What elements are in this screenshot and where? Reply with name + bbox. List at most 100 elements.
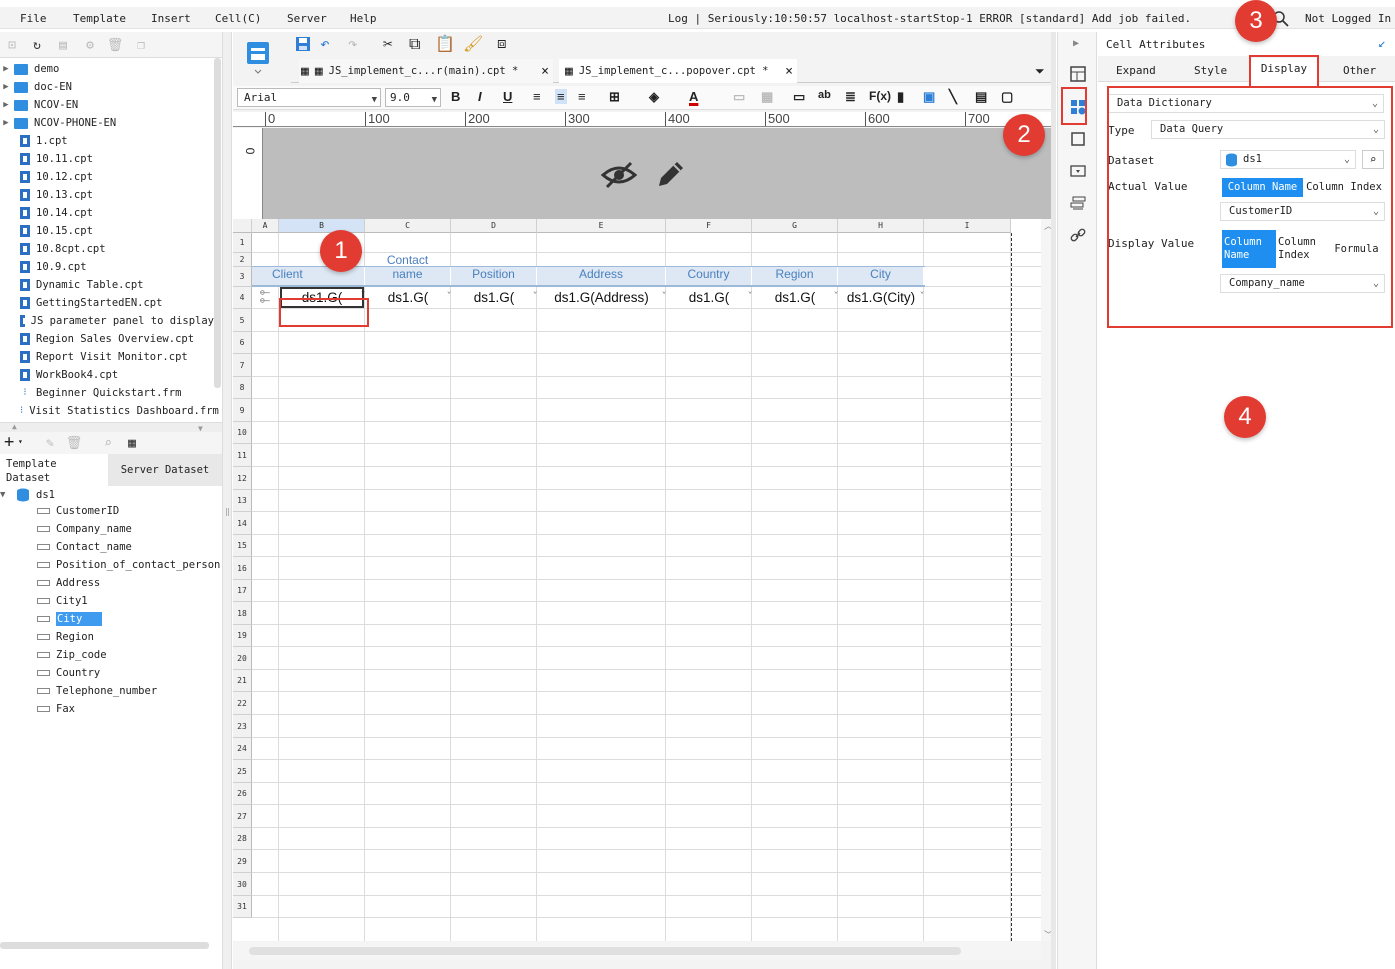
hyperlink-icon[interactable] (1070, 227, 1086, 243)
row-header[interactable]: 13 (233, 490, 252, 512)
tree-file[interactable]: ⁝ Beginner Quickstart.frm (0, 384, 214, 402)
delete-dataset-icon[interactable]: 🗑 (66, 435, 83, 451)
chevron-right-icon[interactable]: ▶ (0, 64, 12, 74)
row-header[interactable]: 2 (233, 253, 252, 267)
insert-row-icon[interactable]: ▭ (793, 89, 805, 105)
border-icon[interactable]: ⊞ (609, 89, 620, 105)
tab-style[interactable]: Style (1194, 64, 1227, 77)
dataset-field[interactable]: City (37, 610, 103, 628)
tab-popover-template[interactable]: ▦ JS_implement_c...popover.cpt * × (559, 59, 797, 83)
row-header[interactable]: 25 (233, 760, 252, 783)
row-header[interactable]: 17 (233, 580, 252, 602)
column-header[interactable]: H (838, 219, 924, 233)
column-header[interactable]: G (752, 219, 838, 233)
border-style-icon[interactable]: ▢ (1001, 89, 1013, 105)
subreport-icon[interactable]: ▤ (975, 89, 987, 105)
unmerge-icon[interactable]: ▦ (761, 89, 773, 105)
dataset-field[interactable]: Address (37, 574, 100, 592)
data-cell[interactable]: ds1.G( (666, 287, 752, 309)
row-header[interactable]: 11 (233, 444, 252, 467)
widget-icon[interactable] (1070, 163, 1086, 179)
header-cell[interactable]: Region (752, 267, 838, 287)
row-header[interactable]: 9 (233, 399, 252, 422)
save-icon[interactable] (295, 36, 311, 52)
row-header[interactable]: 10 (233, 422, 252, 444)
column-header[interactable]: F (666, 219, 752, 233)
dataset-edit-icon[interactable]: ▦ (124, 435, 140, 451)
dataset-field[interactable]: Company_name (37, 520, 132, 538)
tab-menu-icon[interactable]: ⏷ (1035, 64, 1045, 79)
add-dataset-icon[interactable]: + (4, 432, 14, 452)
row-header[interactable]: 21 (233, 670, 252, 692)
row-header[interactable]: 20 (233, 647, 252, 670)
tab-server-dataset[interactable]: Server Dataset (108, 454, 222, 486)
tree-folder[interactable]: ▶ NCOV-PHONE-EN (0, 114, 214, 132)
copy-icon[interactable]: ❐ (133, 37, 149, 53)
tree-file[interactable]: 10.11.cpt (0, 150, 214, 168)
cell-element-icon[interactable] (1070, 66, 1086, 82)
tree-file[interactable]: JS parameter panel to display (0, 312, 214, 330)
column-header[interactable]: E (537, 219, 666, 233)
dataset-field[interactable]: CustomerID (37, 502, 119, 520)
menu-file[interactable]: File (20, 12, 47, 25)
dataset-field[interactable]: Country (37, 664, 100, 682)
tab-expand[interactable]: Expand (1116, 64, 1156, 77)
tree-file[interactable]: Dynamic Table.cpt (0, 276, 214, 294)
dataset-field[interactable]: Zip_code (37, 646, 107, 664)
text-icon[interactable]: ab (818, 89, 831, 101)
row-header[interactable]: 19 (233, 625, 252, 647)
grid-corner[interactable] (233, 219, 252, 233)
header-cell[interactable]: Contact name (365, 253, 451, 287)
row-header[interactable]: 23 (233, 715, 252, 738)
row-header[interactable]: 30 (233, 873, 252, 896)
align-center-icon[interactable]: ≡ (555, 89, 567, 104)
italic-button[interactable]: I (478, 89, 482, 104)
dataset-field[interactable]: Region (37, 628, 94, 646)
format-painter-icon[interactable]: 🖌 (463, 34, 483, 53)
row-header[interactable]: 29 (233, 850, 252, 873)
underline-button[interactable]: U (503, 89, 512, 104)
header-cell[interactable]: Position (451, 267, 537, 287)
header-cell[interactable]: City (838, 267, 924, 287)
bold-button[interactable]: B (451, 89, 460, 104)
menu-cell[interactable]: Cell(C) (215, 12, 261, 25)
close-icon[interactable]: × (541, 64, 549, 79)
data-cell[interactable]: ds1.G( (365, 287, 451, 309)
dataset-field[interactable]: Contact_name (37, 538, 132, 556)
menu-template[interactable]: Template (73, 12, 126, 25)
close-icon[interactable]: × (785, 64, 793, 79)
tree-file[interactable]: ⁝ Visit Statistics Dashboard.frm (0, 402, 219, 414)
tree-file[interactable]: 10.15.cpt (0, 222, 214, 240)
tab-template-dataset[interactable]: Template Dataset (0, 454, 108, 486)
tree-file[interactable]: Region Sales Overview.cpt (0, 330, 214, 348)
row-header[interactable]: 16 (233, 557, 252, 580)
preview-icon[interactable]: ⌕ (100, 435, 116, 451)
condition-icon[interactable] (1070, 195, 1086, 211)
row-header[interactable]: 27 (233, 805, 252, 828)
row-header[interactable]: 6 (233, 332, 252, 354)
tree-file[interactable]: WorkBook4.cpt (0, 366, 214, 384)
row-header[interactable]: 15 (233, 535, 252, 557)
row-header[interactable]: 5 (233, 309, 252, 332)
undo-icon[interactable]: ↶ (320, 34, 330, 53)
row-header[interactable]: 28 (233, 828, 252, 850)
row-header[interactable]: 1 (233, 233, 252, 253)
tree-file[interactable]: 10.12.cpt (0, 168, 214, 186)
font-size-select[interactable]: 9.0 ▼ (385, 88, 441, 107)
edit-icon[interactable]: ✎ (42, 435, 58, 451)
grid-hscroll[interactable] (233, 942, 1041, 960)
tree-file[interactable]: GettingStartedEN.cpt (0, 294, 214, 312)
paste-icon[interactable]: 📋 (435, 34, 455, 53)
menu-help[interactable]: Help (350, 12, 377, 25)
tree-file[interactable]: 1.cpt (0, 132, 214, 150)
column-header[interactable]: C (365, 219, 451, 233)
chevron-down-icon[interactable]: ▾ (18, 437, 23, 446)
vertical-splitter[interactable]: ‖ (222, 32, 232, 969)
font-color-icon[interactable]: A (689, 89, 698, 104)
pin-icon[interactable]: ↙ (1378, 36, 1386, 51)
column-header[interactable]: I (924, 219, 1011, 233)
eye-hidden-icon[interactable] (601, 159, 637, 191)
row-header[interactable]: 22 (233, 692, 252, 715)
pencil-icon[interactable] (653, 158, 687, 192)
expand-arrow-icon[interactable]: ▶ (1073, 38, 1079, 49)
